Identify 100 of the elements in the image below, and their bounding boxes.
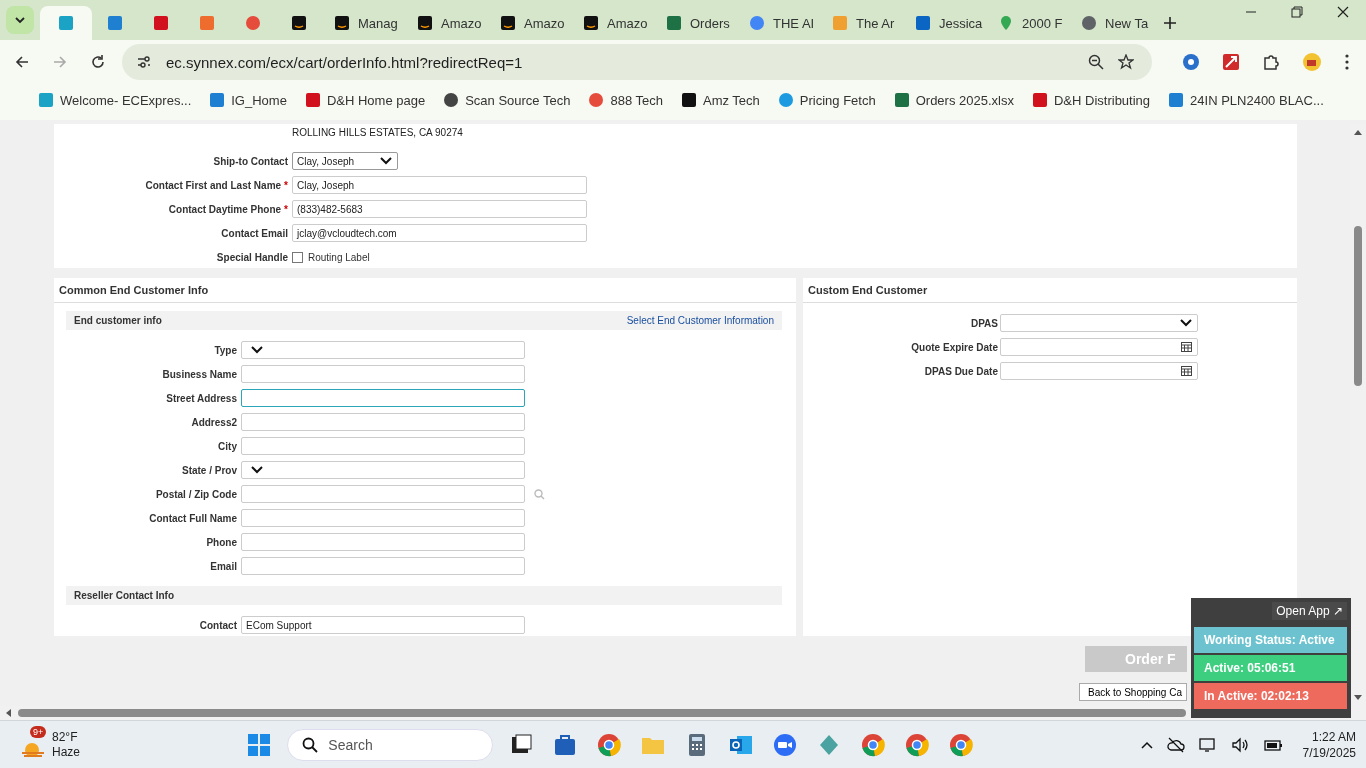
puzzle-icon[interactable]: [1262, 53, 1280, 71]
back-arrow-icon[interactable]: [14, 54, 30, 70]
site-icon: [1081, 15, 1097, 31]
store-icon[interactable]: [553, 732, 578, 757]
monitor-icon[interactable]: [1198, 736, 1217, 753]
field-label: DPAS Due Date: [923, 365, 998, 377]
cloud-off-icon[interactable]: [1166, 736, 1185, 753]
bookmark-link[interactable]: 24IN PLN2400 BLAC...: [1168, 92, 1324, 108]
field-label: Contact Daytime Phone: [168, 203, 282, 215]
calendar-icon[interactable]: [1181, 342, 1192, 352]
dropdown-field[interactable]: [241, 341, 525, 359]
notification-badge: 9+: [30, 725, 47, 738]
taskbar-search-field[interactable]: Search: [287, 728, 494, 761]
address-text: ROLLING HILLS ESTATES, CA 90274: [292, 127, 464, 138]
browser-tab[interactable]: The Ar: [820, 6, 903, 40]
scroll-left-icon[interactable]: [4, 708, 12, 718]
browser-tab[interactable]: Jessica: [903, 6, 986, 40]
chrome-icon[interactable]: [861, 732, 886, 757]
close-icon[interactable]: [1337, 6, 1349, 18]
zoom-out-icon[interactable]: [1088, 54, 1104, 70]
bookmark-link[interactable]: IG_Home: [209, 92, 287, 108]
dropdown-field[interactable]: [241, 461, 525, 479]
text-field[interactable]: [241, 557, 525, 575]
browser-tab[interactable]: Amazo: [571, 6, 654, 40]
profile-avatar-icon[interactable]: [1302, 52, 1322, 72]
tab-title: THE AI: [773, 15, 815, 31]
bookmark-link[interactable]: 888 Tech: [588, 92, 663, 108]
browser-tab[interactable]: New Ta: [1069, 6, 1152, 40]
site-settings-icon: [136, 54, 152, 70]
tab-title: Amazo: [607, 15, 648, 31]
text-field[interactable]: [241, 413, 525, 431]
extension-icon[interactable]: [1182, 53, 1200, 71]
chrome-icon[interactable]: [905, 732, 930, 757]
chevron-up-icon[interactable]: [1140, 740, 1153, 749]
section-title: End customer info: [74, 315, 162, 326]
site-icon: [583, 15, 599, 31]
bookmark-link[interactable]: Scan Source Tech: [443, 92, 571, 108]
text-field[interactable]: ECom Support: [241, 616, 525, 634]
tab-search-button[interactable]: [6, 6, 34, 34]
extension-icon[interactable]: [1222, 53, 1240, 71]
text-field[interactable]: [241, 533, 525, 551]
select-customer-link[interactable]: Select End Customer Information: [626, 315, 774, 326]
site-icon: [1168, 92, 1185, 108]
checkbox[interactable]: [292, 251, 303, 263]
chrome-icon[interactable]: [597, 732, 622, 757]
tab-title: The Ar: [856, 15, 895, 31]
text-field[interactable]: [241, 509, 525, 527]
bookmark-link[interactable]: Welcome- ECExpres...: [38, 92, 192, 108]
scroll-up-icon[interactable]: [1353, 128, 1363, 136]
browser-tab[interactable]: Amazo: [488, 6, 571, 40]
site-icon: [998, 15, 1014, 31]
text-field[interactable]: jclay@vcloudtech.com: [292, 224, 587, 242]
tab-title: Manag: [358, 15, 398, 31]
browser-tab[interactable]: 2000 F: [986, 6, 1069, 40]
chevron-down-icon: [251, 466, 263, 474]
restore-icon[interactable]: [1291, 6, 1303, 18]
browser-tab[interactable]: THE AI: [737, 6, 820, 40]
field-label: Contact Full Name: [148, 512, 237, 524]
date-field[interactable]: [1000, 362, 1198, 380]
scroll-thumb[interactable]: [1354, 226, 1362, 386]
speaker-icon[interactable]: [1230, 736, 1249, 753]
site-icon: [1031, 92, 1048, 108]
zoom-app-icon[interactable]: [773, 732, 798, 757]
star-icon[interactable]: [1118, 54, 1134, 70]
text-field[interactable]: [241, 485, 525, 503]
windows-start-icon[interactable]: [247, 732, 272, 757]
bookmark-link[interactable]: Amz Tech: [681, 92, 760, 108]
more-menu-icon[interactable]: [1344, 53, 1350, 71]
site-icon: [209, 92, 226, 108]
scroll-thumb[interactable]: [18, 709, 1186, 717]
tab-title: Amazo: [524, 15, 565, 31]
bookmark-link[interactable]: Orders 2025.xlsx: [893, 92, 1014, 108]
address-bar[interactable]: ec.synnex.com/ecx/cart/orderInfo.html?redirectReq=1: [122, 44, 1152, 80]
field-label: State / Prov: [180, 464, 237, 476]
text-field[interactable]: [241, 365, 525, 383]
bookmark-link[interactable]: Pricing Fetch: [777, 92, 876, 108]
site-icon: [832, 15, 848, 31]
text-field[interactable]: [241, 389, 525, 407]
site-icon: [893, 92, 910, 108]
contact-dropdown[interactable]: Clay, Joseph: [292, 152, 398, 170]
chrome-icon[interactable]: [949, 732, 974, 757]
tab-title: 2000 F: [1022, 15, 1063, 31]
text-field[interactable]: [241, 437, 525, 455]
scroll-down-icon[interactable]: [1353, 694, 1363, 702]
dropdown-field[interactable]: [1000, 314, 1198, 332]
open-app-button[interactable]: Open App ↗: [1272, 602, 1347, 620]
text-field[interactable]: Clay, Joseph: [292, 176, 587, 194]
date-field[interactable]: [1000, 338, 1198, 356]
bookmark-link[interactable]: D&H Distributing: [1031, 92, 1151, 108]
back-to-cart-button[interactable]: Back to Shopping Ca: [1079, 683, 1187, 701]
browser-tab[interactable]: Orders: [654, 6, 737, 40]
plus-icon: [1163, 16, 1177, 30]
browser-tab[interactable]: Amazo: [405, 6, 488, 40]
site-icon: [417, 15, 433, 31]
browser-tab[interactable]: Manag: [322, 6, 405, 40]
calendar-icon[interactable]: [1181, 366, 1192, 376]
inactive-time-bar: In Active: 02:02:13: [1194, 683, 1347, 709]
bookmark-link[interactable]: D&H Home page: [304, 92, 426, 108]
reload-icon[interactable]: [90, 54, 106, 70]
text-field[interactable]: (833)482-5683: [292, 200, 587, 218]
